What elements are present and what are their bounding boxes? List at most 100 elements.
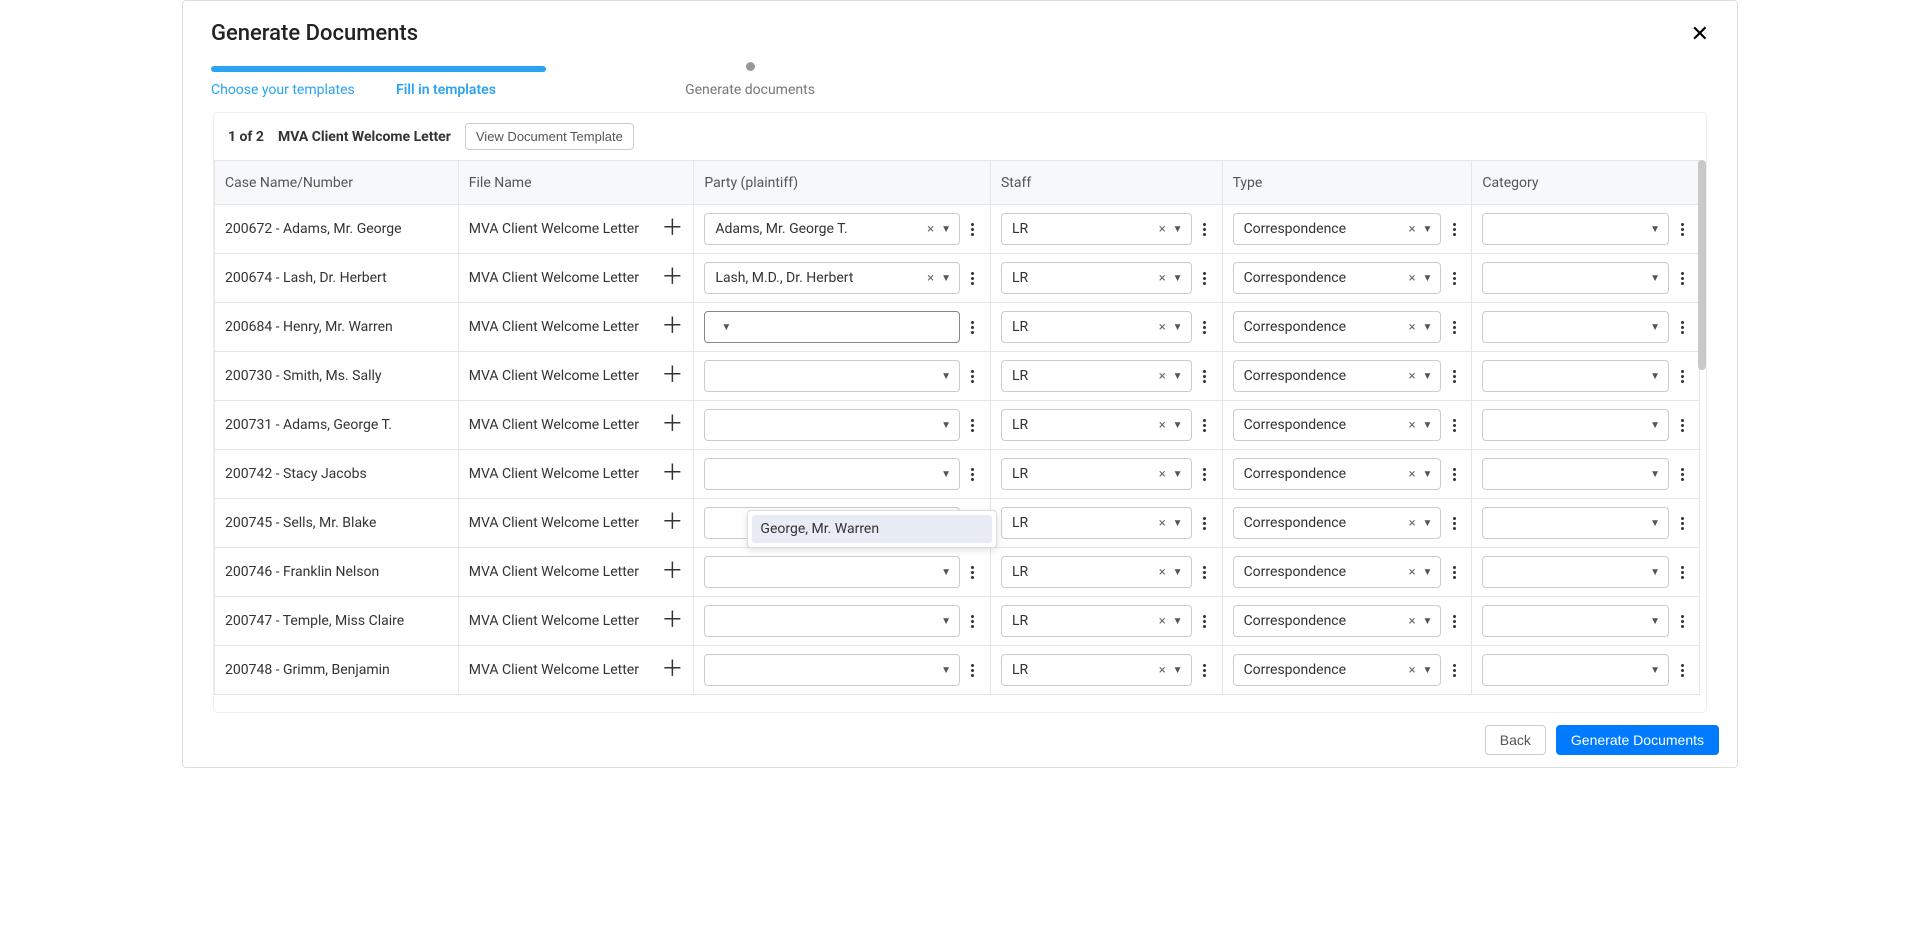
staff-combobox[interactable]: LR×▼ (1001, 507, 1192, 539)
party-combobox[interactable]: ▼George, Mr. Warren (704, 311, 960, 343)
add-icon[interactable]: ＋ (661, 463, 683, 485)
kebab-menu-icon[interactable] (966, 270, 980, 287)
category-combobox[interactable]: ▼ (1482, 507, 1669, 539)
clear-icon[interactable]: × (924, 222, 937, 237)
add-icon[interactable]: ＋ (661, 561, 683, 583)
clear-icon[interactable]: × (1156, 369, 1169, 384)
type-combobox[interactable]: Correspondence×▼ (1233, 654, 1442, 686)
clear-icon[interactable]: × (1156, 663, 1169, 678)
kebab-menu-icon[interactable] (1447, 466, 1461, 483)
chevron-down-icon[interactable]: ▼ (1646, 371, 1664, 382)
add-icon[interactable]: ＋ (661, 365, 683, 387)
chevron-down-icon[interactable]: ▼ (1419, 322, 1437, 333)
category-combobox[interactable]: ▼ (1482, 311, 1669, 343)
chevron-down-icon[interactable]: ▼ (1169, 616, 1187, 627)
chevron-down-icon[interactable]: ▼ (937, 665, 955, 676)
chevron-down-icon[interactable]: ▼ (1169, 273, 1187, 284)
clear-icon[interactable]: × (1406, 516, 1419, 531)
vertical-scrollbar[interactable] (1698, 160, 1706, 712)
kebab-menu-icon[interactable] (1447, 221, 1461, 238)
chevron-down-icon[interactable]: ▼ (1169, 518, 1187, 529)
kebab-menu-icon[interactable] (1198, 662, 1212, 679)
chevron-down-icon[interactable]: ▼ (1419, 224, 1437, 235)
add-icon[interactable]: ＋ (661, 218, 683, 240)
party-combobox[interactable]: Lash, M.D., Dr. Herbert×▼ (704, 262, 960, 294)
chevron-down-icon[interactable]: ▼ (1646, 224, 1664, 235)
clear-icon[interactable]: × (1406, 320, 1419, 335)
kebab-menu-icon[interactable] (1198, 613, 1212, 630)
chevron-down-icon[interactable]: ▼ (1646, 665, 1664, 676)
kebab-menu-icon[interactable] (1675, 613, 1689, 630)
kebab-menu-icon[interactable] (1675, 368, 1689, 385)
party-combobox[interactable]: ▼ (704, 360, 960, 392)
clear-icon[interactable]: × (1156, 271, 1169, 286)
type-combobox[interactable]: Correspondence×▼ (1233, 360, 1442, 392)
party-combobox[interactable]: Adams, Mr. George T.×▼ (704, 213, 960, 245)
clear-icon[interactable]: × (1406, 467, 1419, 482)
chevron-down-icon[interactable]: ▼ (937, 273, 955, 284)
party-combobox[interactable]: ▼ (704, 458, 960, 490)
clear-icon[interactable]: × (1406, 614, 1419, 629)
chevron-down-icon[interactable]: ▼ (1646, 567, 1664, 578)
party-combobox[interactable]: ▼ (704, 605, 960, 637)
clear-icon[interactable]: × (1156, 614, 1169, 629)
kebab-menu-icon[interactable] (966, 221, 980, 238)
add-icon[interactable]: ＋ (661, 267, 683, 289)
chevron-down-icon[interactable]: ▼ (1169, 322, 1187, 333)
kebab-menu-icon[interactable] (1198, 221, 1212, 238)
staff-combobox[interactable]: LR×▼ (1001, 213, 1192, 245)
chevron-down-icon[interactable]: ▼ (937, 420, 955, 431)
staff-combobox[interactable]: LR×▼ (1001, 311, 1192, 343)
kebab-menu-icon[interactable] (1198, 564, 1212, 581)
party-combobox[interactable]: ▼ (704, 556, 960, 588)
kebab-menu-icon[interactable] (1675, 515, 1689, 532)
staff-combobox[interactable]: LR×▼ (1001, 605, 1192, 637)
clear-icon[interactable]: × (1406, 369, 1419, 384)
kebab-menu-icon[interactable] (1675, 221, 1689, 238)
kebab-menu-icon[interactable] (1675, 270, 1689, 287)
kebab-menu-icon[interactable] (1447, 564, 1461, 581)
view-document-template-button[interactable]: View Document Template (465, 123, 634, 150)
type-combobox[interactable]: Correspondence×▼ (1233, 409, 1442, 441)
category-combobox[interactable]: ▼ (1482, 458, 1669, 490)
kebab-menu-icon[interactable] (966, 319, 980, 336)
chevron-down-icon[interactable]: ▼ (1646, 469, 1664, 480)
staff-combobox[interactable]: LR×▼ (1001, 360, 1192, 392)
party-combobox[interactable]: ▼ (704, 409, 960, 441)
vertical-scrollbar-thumb[interactable] (1698, 160, 1706, 370)
clear-icon[interactable]: × (1406, 418, 1419, 433)
chevron-down-icon[interactable]: ▼ (937, 567, 955, 578)
category-combobox[interactable]: ▼ (1482, 409, 1669, 441)
kebab-menu-icon[interactable] (966, 613, 980, 630)
add-icon[interactable]: ＋ (661, 659, 683, 681)
kebab-menu-icon[interactable] (966, 417, 980, 434)
chevron-down-icon[interactable]: ▼ (937, 616, 955, 627)
clear-icon[interactable]: × (1156, 565, 1169, 580)
kebab-menu-icon[interactable] (966, 662, 980, 679)
clear-icon[interactable]: × (1406, 271, 1419, 286)
party-combobox[interactable]: ▼ (704, 654, 960, 686)
type-combobox[interactable]: Correspondence×▼ (1233, 311, 1442, 343)
clear-icon[interactable]: × (1156, 418, 1169, 433)
kebab-menu-icon[interactable] (1447, 662, 1461, 679)
type-combobox[interactable]: Correspondence×▼ (1233, 262, 1442, 294)
chevron-down-icon[interactable]: ▼ (1169, 371, 1187, 382)
kebab-menu-icon[interactable] (966, 368, 980, 385)
staff-combobox[interactable]: LR×▼ (1001, 262, 1192, 294)
add-icon[interactable]: ＋ (661, 414, 683, 436)
category-combobox[interactable]: ▼ (1482, 556, 1669, 588)
kebab-menu-icon[interactable] (966, 564, 980, 581)
chevron-down-icon[interactable]: ▼ (937, 469, 955, 480)
kebab-menu-icon[interactable] (1198, 417, 1212, 434)
chevron-down-icon[interactable]: ▼ (1646, 273, 1664, 284)
kebab-menu-icon[interactable] (1198, 368, 1212, 385)
category-combobox[interactable]: ▼ (1482, 654, 1669, 686)
chevron-down-icon[interactable]: ▼ (1419, 518, 1437, 529)
dropdown-option[interactable]: George, Mr. Warren (752, 515, 992, 543)
chevron-down-icon[interactable]: ▼ (1169, 567, 1187, 578)
type-combobox[interactable]: Correspondence×▼ (1233, 458, 1442, 490)
kebab-menu-icon[interactable] (1675, 466, 1689, 483)
clear-icon[interactable]: × (1406, 663, 1419, 678)
chevron-down-icon[interactable]: ▼ (1169, 665, 1187, 676)
staff-combobox[interactable]: LR×▼ (1001, 556, 1192, 588)
